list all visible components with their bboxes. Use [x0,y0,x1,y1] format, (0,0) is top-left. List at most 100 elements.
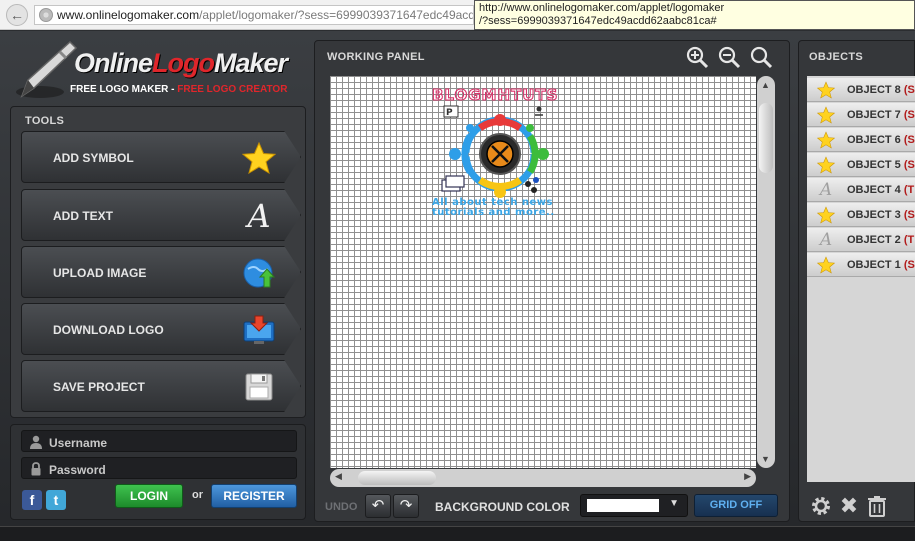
logo-pc-icon: P [443,105,459,118]
star-icon [816,81,836,99]
undo-label: UNDO [325,501,358,513]
tooltip-line-1: http://www.onlinelogomaker.com/applet/lo… [479,2,725,14]
objects-panel: OBJECTS OBJECT 8 (S OBJECT 7 (S OBJECT 6… [798,40,915,522]
download-logo-button[interactable]: DOWNLOAD LOGO [21,303,301,355]
trash-icon[interactable] [865,494,889,518]
password-label: Password [49,463,106,477]
brand-name-maker: Maker [214,48,288,78]
vertical-scrollbar[interactable]: ▲ ▼ [757,76,775,468]
object-row[interactable]: A OBJECT 2 (T [807,228,915,252]
working-panel: WORKING PANEL BLOGMHTUTS P All about tec… [314,40,790,522]
star-icon [816,131,836,149]
object-name: OBJECT 3 (S [847,209,915,221]
save-project-label: SAVE PROJECT [53,380,145,394]
scroll-left-arrow-icon[interactable]: ◀ [335,471,342,482]
zoom-in-icon[interactable] [685,45,709,69]
facebook-button[interactable]: f [22,490,42,510]
link-tooltip: http://www.onlinelogomaker.com/applet/lo… [474,0,915,30]
logo-tagline-2: tutorials and more.. [432,207,555,216]
object-name: OBJECT 6 (S [847,134,915,146]
back-arrow-icon: ← [10,7,24,23]
brand-subtitle: FREE LOGO MAKER - FREE LOGO CREATOR [70,84,287,95]
tools-panel: TOOLS ADD SYMBOL ADD TEXT A UPLOAD IMAGE… [10,106,306,418]
download-logo-label: DOWNLOAD LOGO [53,323,164,337]
logo-node-blue [449,148,461,160]
brand-name-logo: Logo [152,48,215,78]
username-field[interactable]: Username [21,430,297,452]
logo-cards-icon [441,175,465,192]
browser-toolbar: ← www.onlinelogomaker.com/applet/logomak… [0,0,915,30]
star-icon [816,206,836,224]
background-color-swatch [587,499,659,512]
scroll-up-arrow-icon[interactable]: ▲ [761,80,770,90]
back-button[interactable]: ← [6,4,28,26]
object-name: OBJECT 7 (S [847,109,915,121]
logo-node-blue-2 [466,124,474,132]
scroll-right-arrow-icon[interactable]: ▶ [744,471,751,482]
gear-icon[interactable] [809,494,833,518]
object-name: OBJECT 4 (T [847,184,915,196]
object-row[interactable]: OBJECT 6 (S [807,128,915,152]
object-row[interactable]: A OBJECT 4 (T [807,178,915,202]
chevron-down-icon: ▼ [669,498,679,509]
close-icon[interactable]: ✖ [837,494,861,518]
add-text-button[interactable]: ADD TEXT A [21,189,301,241]
add-symbol-label: ADD SYMBOL [53,151,134,165]
zoom-out-icon[interactable] [717,45,741,69]
background-color-label: BACKGROUND COLOR [435,500,570,514]
object-row[interactable]: OBJECT 1 (S [807,253,915,277]
object-row[interactable]: OBJECT 3 (S [807,203,915,227]
password-field[interactable]: Password [21,457,297,479]
logo-arc-blue [461,134,474,174]
svg-text:P: P [446,108,453,118]
register-button[interactable]: REGISTER [211,484,297,508]
object-name: OBJECT 8 (S [847,84,915,96]
star-icon [816,256,836,274]
url-path: /applet/logomaker/?sess=6999039371647edc… [199,8,474,22]
brand-logo: OnlineLogoMaker FREE LOGO MAKER - FREE L… [8,34,308,102]
logo-arc-yellow [477,177,523,190]
design-canvas[interactable]: BLOGMHTUTS P All about tech news tutoria… [330,76,756,468]
address-bar[interactable]: www.onlinelogomaker.com/applet/logomaker… [34,5,474,25]
background-color-select[interactable]: ▼ [580,494,688,517]
undo-button[interactable]: ↶ [365,494,391,518]
star-icon [816,156,836,174]
object-row[interactable]: OBJECT 5 (S [807,153,915,177]
redo-arrow-icon: ↷ [399,497,413,514]
login-panel: Username Password f t LOGIN or REGISTER [10,424,306,520]
logo-node-green-2 [526,124,534,132]
horizontal-scrollbar[interactable]: ◀ ▶ [330,469,756,487]
logo-artwork[interactable]: BLOGMHTUTS P All about tech news tutoria… [430,84,580,216]
floppy-disk-icon [242,371,276,403]
grid-toggle-button[interactable]: GRID OFF [694,494,778,517]
add-symbol-button[interactable]: ADD SYMBOL [21,131,301,183]
tools-heading: TOOLS [25,115,65,127]
twitter-button[interactable]: t [46,490,66,510]
save-project-button[interactable]: SAVE PROJECT [21,360,301,412]
brand-title: OnlineLogoMaker [74,48,288,79]
letter-a-icon: A [247,197,271,235]
vertical-scroll-thumb[interactable] [759,103,773,173]
letter-a-icon: A [819,230,833,250]
subtitle-free-logo-maker: FREE LOGO MAKER - [70,84,178,95]
upload-image-label: UPLOAD IMAGE [53,266,147,280]
zoom-reset-icon[interactable] [749,45,773,69]
working-panel-heading: WORKING PANEL [327,51,425,63]
upload-image-button[interactable]: UPLOAD IMAGE [21,246,301,298]
login-button[interactable]: LOGIN [115,484,183,508]
horizontal-scroll-thumb[interactable] [358,471,436,485]
scroll-down-arrow-icon[interactable]: ▼ [761,454,770,464]
objects-heading: OBJECTS [809,51,864,63]
objects-list: OBJECT 8 (S OBJECT 7 (S OBJECT 6 (S OBJE… [807,76,915,482]
bottom-bar [0,526,915,541]
undo-arrow-icon: ↶ [371,497,385,514]
star-icon [241,141,277,175]
logo-title-text: BLOGMHTUTS [432,86,558,104]
object-name: OBJECT 2 (T [847,234,915,246]
redo-button[interactable]: ↷ [393,494,419,518]
logo-node-green [537,148,549,160]
object-row[interactable]: OBJECT 7 (S [807,103,915,127]
tooltip-line-2: /?sess=6999039371647edc49acdd62aabc81ca# [479,15,717,27]
user-icon [30,435,42,449]
object-row[interactable]: OBJECT 8 (S [807,78,915,102]
